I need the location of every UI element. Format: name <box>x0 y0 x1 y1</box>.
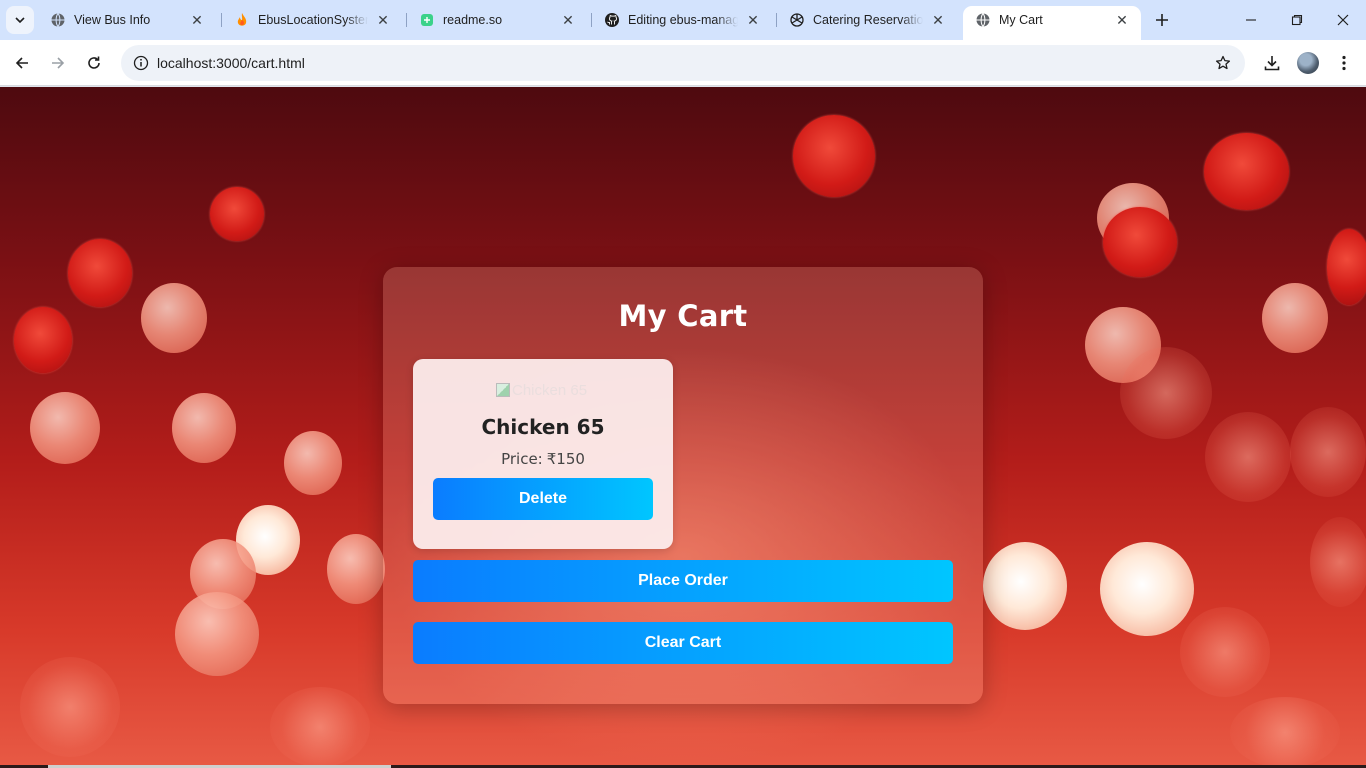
url-text: localhost:3000/cart.html <box>157 55 305 71</box>
close-icon[interactable]: ✕ <box>188 11 206 29</box>
address-bar[interactable]: localhost:3000/cart.html <box>121 45 1245 81</box>
readme-icon <box>419 12 435 28</box>
clear-cart-button[interactable]: Clear Cart <box>413 622 953 664</box>
tab-strip: View Bus Info ✕ EbusLocationSystem - ✕ r… <box>0 0 1366 40</box>
item-price-label: Price: <box>501 450 543 468</box>
download-icon <box>1264 56 1280 71</box>
tab-catering-reservation[interactable]: Catering Reservation ✕ <box>777 6 957 34</box>
openai-icon <box>789 12 805 28</box>
tab-title: View Bus Info <box>74 13 151 27</box>
cart-item-card: Chicken 65 Chicken 65 Price: ₹150 Delete <box>413 359 673 549</box>
page-title: My Cart <box>618 299 748 333</box>
item-price: Price: ₹150 <box>413 450 673 468</box>
globe-icon <box>975 12 991 28</box>
tab-title: My Cart <box>999 13 1043 27</box>
item-price-value: ₹150 <box>546 450 585 468</box>
minimize-icon <box>1246 19 1256 21</box>
broken-image-icon <box>496 383 510 397</box>
downloads-button[interactable] <box>1258 49 1286 77</box>
firebase-icon <box>234 12 250 28</box>
item-image-alt: Chicken 65 <box>512 381 588 399</box>
minimize-button[interactable] <box>1228 0 1274 40</box>
back-button[interactable] <box>8 49 36 77</box>
kebab-menu-icon <box>1342 55 1346 71</box>
close-icon[interactable]: ✕ <box>929 11 947 29</box>
tab-view-bus-info[interactable]: View Bus Info ✕ <box>38 6 216 34</box>
tab-title: Editing ebus-manage <box>628 13 738 27</box>
delete-item-button[interactable]: Delete <box>433 478 653 520</box>
tab-ebus-location-system[interactable]: EbusLocationSystem - ✕ <box>222 6 402 34</box>
close-icon[interactable]: ✕ <box>1113 11 1131 29</box>
restore-icon <box>1291 14 1303 26</box>
chevron-down-icon <box>15 17 25 24</box>
page-viewport: My Cart Chicken 65 Chicken 65 Price: ₹150… <box>0 87 1366 768</box>
tab-title: EbusLocationSystem - <box>258 13 368 27</box>
avatar <box>1297 52 1319 74</box>
tab-readme[interactable]: readme.so ✕ <box>407 6 587 34</box>
new-tab-button[interactable] <box>1150 8 1174 32</box>
browser-toolbar: localhost:3000/cart.html <box>0 40 1366 86</box>
tab-search-button[interactable] <box>6 6 34 34</box>
tab-title: readme.so <box>443 13 503 27</box>
arrow-left-icon <box>15 57 28 69</box>
tab-my-cart[interactable]: My Cart ✕ <box>963 6 1141 40</box>
close-icon[interactable]: ✕ <box>559 11 577 29</box>
close-window-button[interactable] <box>1320 0 1366 40</box>
globe-icon <box>50 12 66 28</box>
chrome-menu-button[interactable] <box>1330 49 1358 77</box>
close-icon <box>1337 14 1349 26</box>
reload-icon <box>88 56 100 69</box>
site-info-icon[interactable] <box>129 51 153 75</box>
close-icon[interactable]: ✕ <box>744 11 762 29</box>
tab-title: Catering Reservation <box>813 13 923 27</box>
tab-github-editing[interactable]: Editing ebus-manage ✕ <box>592 6 772 34</box>
item-name: Chicken 65 <box>481 415 605 439</box>
forward-button[interactable] <box>44 49 72 77</box>
bookmark-star-icon[interactable] <box>1213 53 1233 73</box>
profile-button[interactable] <box>1294 49 1322 77</box>
arrow-right-icon <box>52 57 65 69</box>
item-image: Chicken 65 <box>496 381 596 399</box>
cart-container: My Cart Chicken 65 Chicken 65 Price: ₹150… <box>383 267 983 704</box>
reload-button[interactable] <box>80 49 108 77</box>
place-order-button[interactable]: Place Order <box>413 560 953 602</box>
github-icon <box>604 12 620 28</box>
close-icon[interactable]: ✕ <box>374 11 392 29</box>
plus-icon <box>1156 14 1168 26</box>
restore-button[interactable] <box>1274 0 1320 40</box>
